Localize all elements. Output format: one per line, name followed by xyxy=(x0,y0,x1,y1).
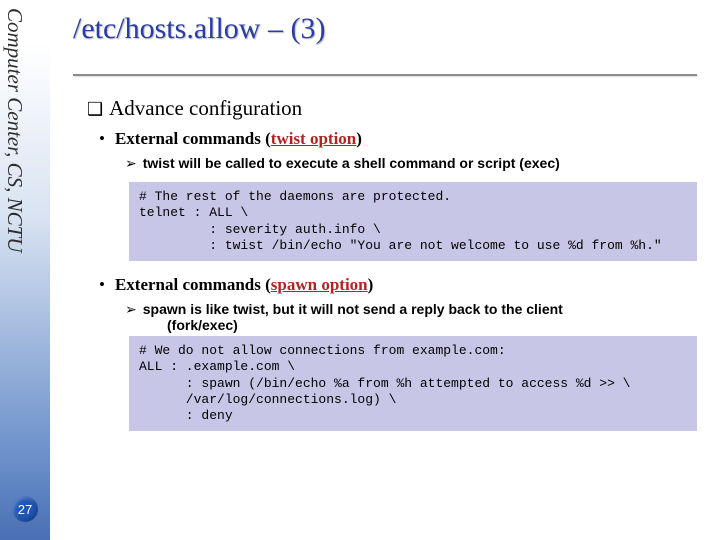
bullet-spawn: • External commands (spawn option) xyxy=(99,275,705,295)
slide-content: /etc/hosts.allow – (3) ❑ Advance configur… xyxy=(65,0,705,540)
bullet-twist-suffix: ) xyxy=(356,129,362,148)
bullet-dot-icon: • xyxy=(99,275,105,294)
spawn-sub-note-2: (fork/exec) xyxy=(167,317,705,333)
twist-sub-note: ➢ twist will be called to execute a shell… xyxy=(125,155,705,172)
code-block-twist: # The rest of the daemons are protected.… xyxy=(129,182,697,261)
bullet-dot-icon: • xyxy=(99,129,105,148)
spawn-sub-text: spawn is like twist, but it will not sen… xyxy=(143,301,563,317)
bullet-spawn-prefix: External commands ( xyxy=(115,275,271,294)
bullet-twist-prefix: External commands ( xyxy=(115,129,271,148)
sidebar-label: Computer Center, CS, NCTU xyxy=(2,8,27,252)
page-title: /etc/hosts.allow – (3) xyxy=(73,12,705,46)
checkbox-bullet-icon: ❑ xyxy=(87,99,103,120)
page-number-badge: 27 xyxy=(12,496,38,522)
section-heading: ❑ Advance configuration xyxy=(87,96,705,121)
twist-sub-text: twist will be called to execute a shell … xyxy=(143,155,560,171)
code-block-spawn: # We do not allow connections from examp… xyxy=(129,336,697,431)
title-underline xyxy=(73,74,697,76)
arrow-bullet-icon: ➢ xyxy=(125,155,137,171)
spawn-option-label: spawn option xyxy=(271,275,368,294)
spawn-sub-note: ➢ spawn is like twist, but it will not se… xyxy=(125,301,705,318)
twist-option-label: twist option xyxy=(271,129,356,148)
arrow-bullet-icon: ➢ xyxy=(125,301,137,317)
bullet-twist: • External commands (twist option) xyxy=(99,129,705,149)
section-heading-text: Advance configuration xyxy=(109,96,302,120)
bullet-spawn-suffix: ) xyxy=(368,275,374,294)
